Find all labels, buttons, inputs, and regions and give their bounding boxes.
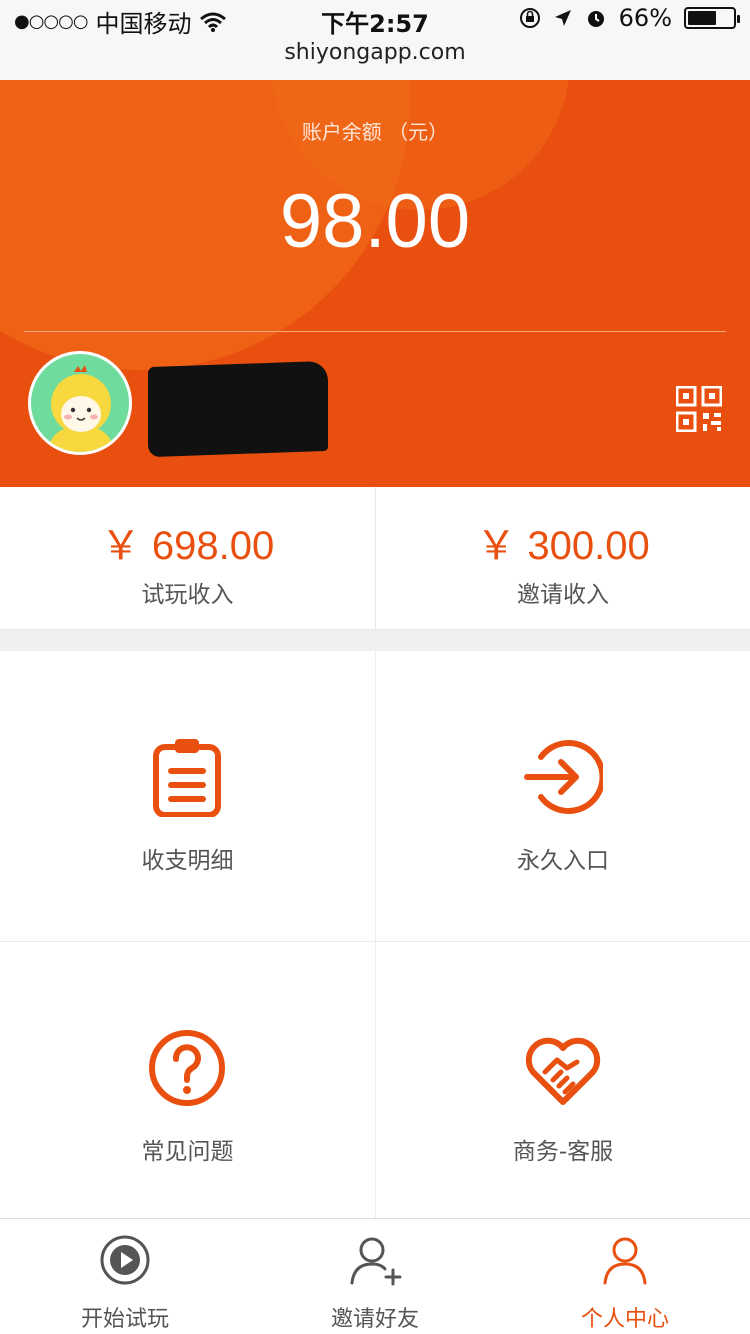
status-bar: ●○○○○ 中国移动 下午2:57 66% shiyongapp.com bbox=[0, 0, 750, 80]
tab-bar: 开始试玩 邀请好友 个人中心 bbox=[0, 1218, 750, 1334]
trial-income[interactable]: ￥ 698.00 试玩收入 bbox=[0, 487, 375, 630]
heart-handshake-icon bbox=[525, 1037, 601, 1105]
clipboard-list-icon bbox=[153, 739, 221, 817]
user-icon bbox=[603, 1237, 647, 1285]
avatar[interactable] bbox=[28, 351, 132, 455]
page-url: shiyongapp.com bbox=[284, 40, 466, 65]
question-circle-icon bbox=[149, 1030, 225, 1106]
redacted-username bbox=[148, 360, 328, 458]
invite-income[interactable]: ￥ 300.00 邀请收入 bbox=[375, 487, 750, 630]
chick-avatar-icon bbox=[49, 365, 113, 452]
invite-income-value: ￥ 300.00 bbox=[476, 524, 650, 568]
menu-item-label: 收支明细 bbox=[141, 848, 234, 874]
menu-item-label: 永久入口 bbox=[517, 848, 609, 874]
tab-personal-center[interactable]: 个人中心 bbox=[500, 1219, 750, 1334]
menu-grid: 收支明细 永久入口 常见问题 商务-客服 bbox=[0, 651, 750, 1231]
add-user-icon bbox=[350, 1237, 402, 1286]
divider bbox=[24, 331, 726, 332]
alarm-icon bbox=[587, 11, 604, 27]
menu-item-faq[interactable]: 常见问题 bbox=[0, 941, 375, 1231]
menu-item-label: 商务-客服 bbox=[512, 1139, 614, 1165]
arrow-in-circle-icon bbox=[524, 740, 603, 814]
menu-item-permanent-entry[interactable]: 永久入口 bbox=[375, 651, 750, 941]
tab-label: 开始试玩 bbox=[80, 1307, 169, 1332]
trial-income-value: ￥ 698.00 bbox=[100, 524, 275, 568]
invite-income-label: 邀请收入 bbox=[517, 582, 609, 608]
battery-icon bbox=[684, 7, 740, 29]
tab-start-trial[interactable]: 开始试玩 bbox=[0, 1219, 250, 1334]
qr-code-icon[interactable] bbox=[676, 386, 722, 432]
income-summary: ￥ 698.00 试玩收入 ￥ 300.00 邀请收入 bbox=[0, 487, 750, 630]
tab-invite-friends[interactable]: 邀请好友 bbox=[250, 1219, 500, 1334]
menu-item-transactions[interactable]: 收支明细 bbox=[0, 651, 375, 941]
menu-item-label: 常见问题 bbox=[141, 1139, 234, 1165]
tab-label: 个人中心 bbox=[580, 1307, 669, 1332]
account-header: 账户余额 （元） 98.00 bbox=[0, 80, 750, 487]
personal-center-page: ●○○○○ 中国移动 下午2:57 66% shiyongapp.com 账户余… bbox=[0, 0, 750, 1334]
tab-label: 邀请好友 bbox=[330, 1307, 419, 1332]
battery-percent: 66% bbox=[618, 4, 672, 32]
rotation-lock-icon bbox=[519, 8, 540, 28]
play-circle-icon bbox=[100, 1235, 150, 1285]
location-arrow-icon bbox=[554, 10, 571, 26]
balance-amount: 98.00 bbox=[279, 179, 471, 264]
menu-item-business-service[interactable]: 商务-客服 bbox=[375, 941, 750, 1231]
balance-label: 账户余额 （元） bbox=[301, 120, 449, 144]
trial-income-label: 试玩收入 bbox=[141, 582, 234, 608]
